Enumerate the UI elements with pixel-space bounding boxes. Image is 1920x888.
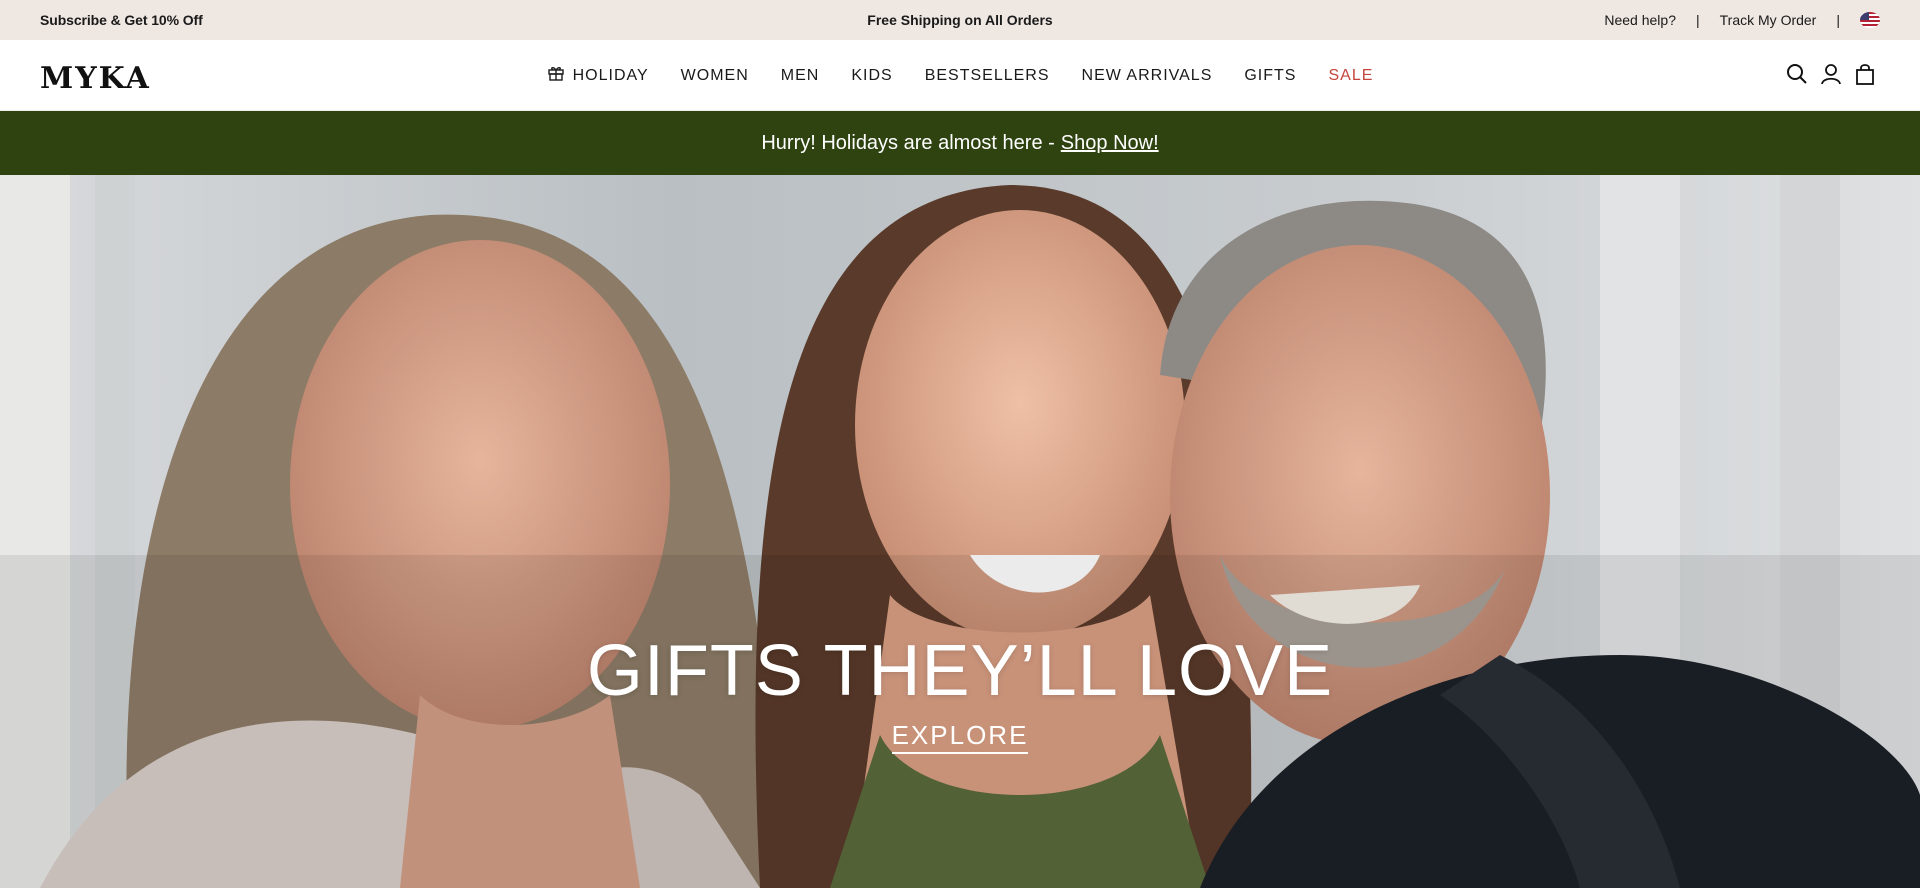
announcement-text: Hurry! Holidays are almost here -	[761, 131, 1055, 154]
holiday-announcement-bar: Hurry! Holidays are almost here - Shop N…	[0, 111, 1920, 175]
bag-icon[interactable]	[1854, 62, 1876, 86]
subscribe-promo-link[interactable]: Subscribe & Get 10% Off	[40, 12, 203, 28]
hero-photo	[0, 175, 1920, 888]
nav-item-sale[interactable]: SALE	[1328, 64, 1373, 87]
us-flag-icon[interactable]	[1860, 12, 1880, 28]
hero-banner[interactable]: GIFTS THEY’LL LOVE EXPLORE	[0, 175, 1920, 888]
utility-links: Need help? | Track My Order |	[1604, 12, 1880, 28]
nav-item-new-arrivals[interactable]: NEW ARRIVALS	[1082, 64, 1213, 87]
gift-icon	[547, 64, 565, 87]
nav-item-women[interactable]: WOMEN	[681, 64, 749, 87]
nav-item-bestsellers[interactable]: BESTSELLERS	[925, 64, 1050, 87]
utility-separator: |	[1836, 12, 1840, 28]
need-help-link[interactable]: Need help?	[1604, 12, 1676, 28]
main-navigation: HOLIDAY WOMEN MEN KIDS BESTSELLERS NEW A…	[0, 64, 1920, 87]
nav-item-men[interactable]: MEN	[781, 64, 820, 87]
nav-item-kids[interactable]: KIDS	[851, 64, 892, 87]
hero-title: GIFTS THEY’LL LOVE	[586, 631, 1334, 711]
utility-separator: |	[1696, 12, 1700, 28]
nav-item-label: HOLIDAY	[572, 66, 649, 84]
track-order-link[interactable]: Track My Order	[1720, 12, 1817, 28]
shop-now-link[interactable]: Shop Now!	[1061, 132, 1159, 155]
utility-bar: Subscribe & Get 10% Off Free Shipping on…	[0, 0, 1920, 40]
search-icon[interactable]	[1786, 62, 1808, 86]
nav-item-holiday[interactable]: HOLIDAY	[547, 64, 649, 87]
main-header: MYKA HOLIDAY WOMEN MEN KIDS BESTSELLERS …	[0, 40, 1920, 111]
account-icon[interactable]	[1820, 62, 1842, 86]
header-actions	[1786, 62, 1876, 86]
nav-item-gifts[interactable]: GIFTS	[1244, 64, 1296, 87]
explore-button[interactable]: EXPLORE	[891, 720, 1029, 754]
